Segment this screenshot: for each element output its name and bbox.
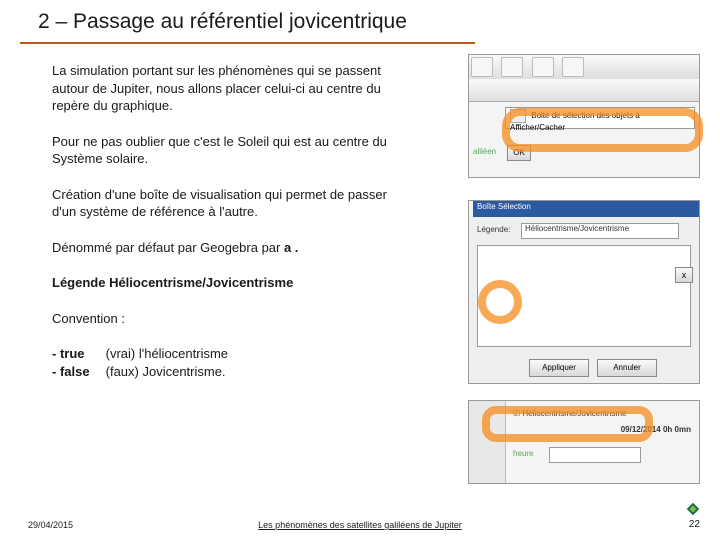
screenshot-toolbar: Boite de sélection des objets à Afficher… — [468, 54, 700, 178]
toolbar-icon — [532, 57, 554, 77]
result-checkbox: Héliocentrisme/Jovicentrisme — [513, 409, 626, 418]
slide-title: 2 – Passage au référentiel jovicentrique — [38, 10, 407, 34]
toolbar-icon — [471, 57, 493, 77]
toolbar-icon — [501, 57, 523, 77]
toolbar-menu-label: Boite de sélection des objets à Afficher… — [510, 111, 640, 132]
cancel-button: Annuler — [597, 359, 657, 377]
p4-prefix: Dénommé par défaut par Geogebra par — [52, 240, 284, 255]
p7-false-val: (faux) Jovicentrisme. — [106, 364, 226, 379]
remove-button: x — [675, 267, 693, 283]
p4-variable: a . — [284, 240, 298, 255]
footer-pageno: 22 — [689, 519, 700, 530]
title-underline — [20, 42, 475, 44]
result-date: 09/12/2014 0h 0mn — [621, 425, 691, 434]
screenshot-checkbox: Héliocentrisme/Jovicentrisme 09/12/2014 … — [468, 400, 700, 484]
paragraph-1: La simulation portant sur les phénomènes… — [52, 62, 412, 115]
toolbar-icon — [562, 57, 584, 77]
result-hour-label: heure — [513, 449, 533, 458]
p7-true-key: - true — [52, 345, 102, 363]
p7-true-val: (vrai) l'héliocentrisme — [106, 346, 228, 361]
checkbox-icon — [510, 109, 526, 123]
selection-area — [477, 245, 691, 347]
paragraph-6: Convention : — [52, 310, 412, 328]
legend-label: Légende: — [477, 225, 510, 234]
paragraph-5: Légende Héliocentrisme/Jovicentrisme — [52, 274, 412, 292]
toolbar-menu-item: Boite de sélection des objets à Afficher… — [505, 107, 695, 129]
sidebar-strip — [469, 401, 506, 483]
legend-field: Héliocentrisme/Jovicentrisme — [521, 223, 679, 239]
paragraph-7: - true (vrai) l'héliocentrisme - false (… — [52, 345, 412, 380]
paragraph-2: Pour ne pas oublier que c'est le Soleil … — [52, 133, 412, 168]
hour-field — [549, 447, 641, 463]
paragraph-4: Dénommé par défaut par Geogebra par a . — [52, 239, 412, 257]
footer-caption: Les phénomènes des satellites galiléens … — [0, 520, 720, 530]
content-block: La simulation portant sur les phénomènes… — [52, 62, 412, 399]
logo-icon — [686, 502, 700, 516]
apply-button: Appliquer — [529, 359, 589, 377]
p7-false-key: - false — [52, 363, 102, 381]
paragraph-3: Création d'une boîte de visualisation qu… — [52, 186, 412, 221]
screenshot-dialog: Boîte Sélection Légende: Héliocentrisme/… — [468, 200, 700, 384]
tag-text: aliléen — [473, 147, 496, 156]
ok-button: OK — [507, 145, 531, 161]
